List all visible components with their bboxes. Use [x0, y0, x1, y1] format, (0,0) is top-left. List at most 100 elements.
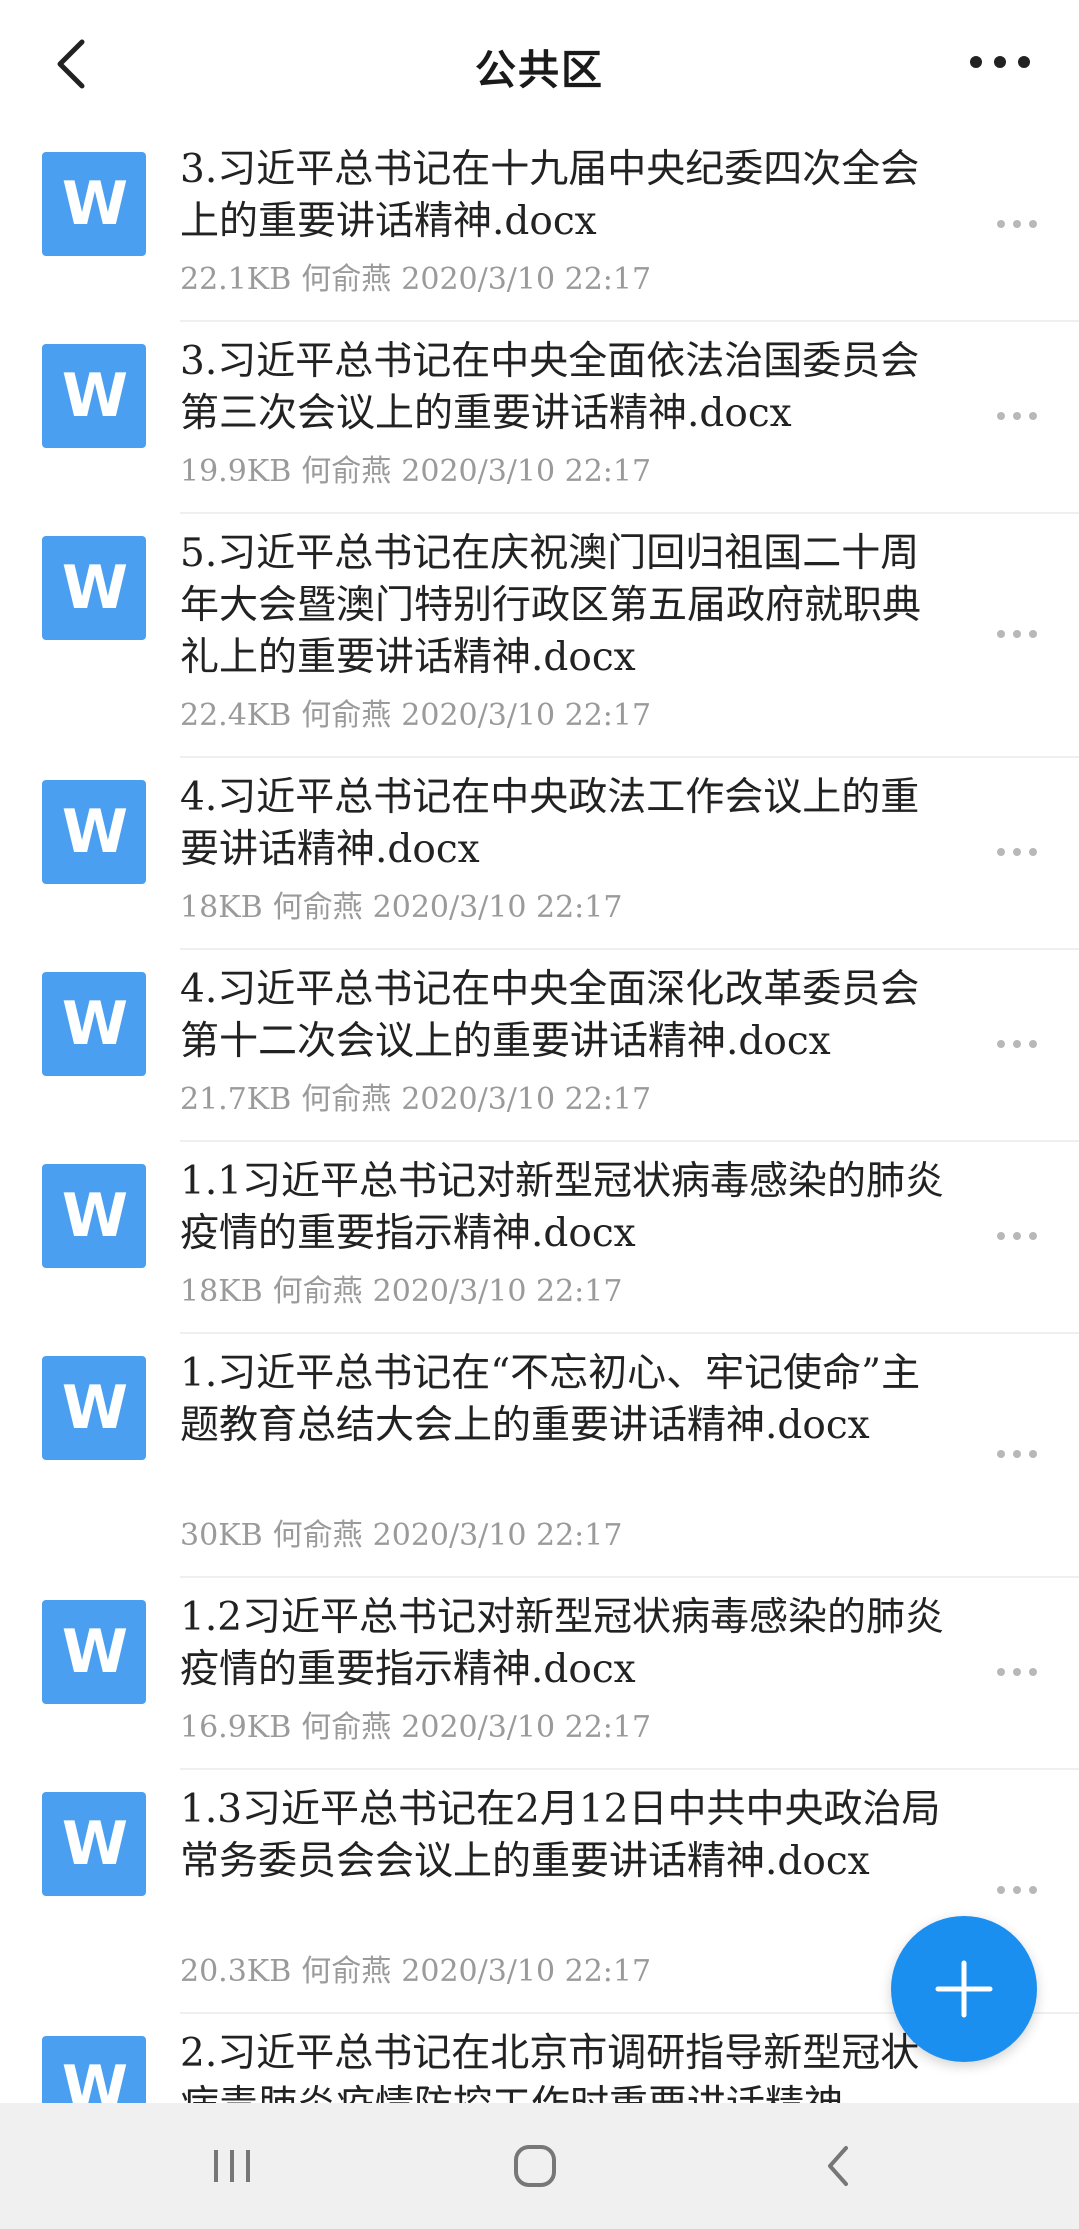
- app-header: 公共区: [0, 0, 1079, 128]
- more-dot-icon: [1013, 1232, 1021, 1240]
- file-row[interactable]: W 4.习近平总书记在中央政法工作会议上的重要讲话精神.docx 18KB 何俞燕 20…: [0, 756, 1079, 948]
- word-doc-icon: W: [42, 972, 146, 1076]
- file-name: 5.习近平总书记在庆祝澳门回归祖国二十周年大会暨澳门特别行政区第五届政府就职典礼…: [180, 531, 922, 680]
- row-divider: [180, 948, 1079, 950]
- file-date: 2020/3/10 22:17: [401, 1710, 652, 1745]
- word-doc-letter: W: [61, 797, 128, 867]
- file-row[interactable]: W 3.习近平总书记在中央全面依法治国委员会第三次会议上的重要讲话精神.docx 1…: [0, 320, 1079, 512]
- more-dot-icon: [1029, 630, 1037, 638]
- file-row[interactable]: W 5.习近平总书记在庆祝澳门回归祖国二十周年大会暨澳门特别行政区第五届政府就职典…: [0, 512, 1079, 756]
- file-owner: 何俞燕: [301, 454, 392, 489]
- file-row[interactable]: W 4.习近平总书记在中央全面深化改革委员会第十二次会议上的重要讲话精神.docx…: [0, 948, 1079, 1140]
- file-name: 1.2习近平总书记对新型冠状病毒感染的肺炎疫情的重要指示精神.docx: [180, 1595, 945, 1692]
- word-doc-letter: W: [61, 2053, 128, 2103]
- back-icon: [828, 2146, 848, 2186]
- file-owner: 何俞燕: [272, 1518, 363, 1553]
- file-date: 2020/3/10 22:17: [372, 890, 623, 925]
- more-dot-icon: [997, 848, 1005, 856]
- home-icon: [514, 2145, 556, 2187]
- word-doc-letter: W: [61, 169, 128, 239]
- file-meta: 22.4KB 何俞燕 2020/3/10 22:17: [180, 690, 651, 734]
- file-row[interactable]: W 3.习近平总书记在十九届中央纪委四次全会上的重要讲话精神.docx 22.1KB…: [0, 128, 1079, 320]
- more-dot-icon: [1013, 1040, 1021, 1048]
- more-horizontal-icon: [970, 56, 1030, 68]
- more-dot-icon: [1013, 220, 1021, 228]
- recent-apps-icon: [214, 2150, 250, 2182]
- more-dot-icon: [997, 1886, 1005, 1894]
- more-dot-icon: [997, 1232, 1005, 1240]
- file-more-button[interactable]: [985, 1218, 1049, 1254]
- file-size: 21.7KB: [180, 1082, 292, 1117]
- file-name: 2.习近平总书记在北京市调研指导新型冠状病毒肺炎疫情防控工作时重要讲话精神: [180, 2031, 920, 2103]
- file-owner: 何俞燕: [301, 1954, 392, 1989]
- file-row[interactable]: W 1.2习近平总书记对新型冠状病毒感染的肺炎疫情的重要指示精神.docx 16.9…: [0, 1576, 1079, 1768]
- file-name: 3.习近平总书记在十九届中央纪委四次全会上的重要讲话精神.docx: [180, 147, 920, 244]
- more-dot-icon: [1013, 848, 1021, 856]
- word-doc-letter: W: [61, 989, 128, 1059]
- word-doc-letter: W: [61, 1617, 128, 1687]
- file-size: 18KB: [180, 1274, 263, 1309]
- file-more-button[interactable]: [985, 1436, 1049, 1472]
- file-more-button[interactable]: [985, 398, 1049, 434]
- file-list: W 3.习近平总书记在十九届中央纪委四次全会上的重要讲话精神.docx 22.1KB…: [0, 128, 1079, 2103]
- more-dot-icon: [997, 220, 1005, 228]
- more-dot-icon: [997, 1450, 1005, 1458]
- file-more-button[interactable]: [985, 1654, 1049, 1690]
- file-more-button[interactable]: [985, 2090, 1049, 2103]
- more-dot-icon: [1013, 1886, 1021, 1894]
- more-dot-icon: [1029, 1040, 1037, 1048]
- file-meta: 19.9KB 何俞燕 2020/3/10 22:17: [180, 446, 651, 490]
- more-dot-icon: [1013, 412, 1021, 420]
- more-options-button[interactable]: [945, 36, 1055, 88]
- file-owner: 何俞燕: [301, 262, 392, 297]
- file-size: 30KB: [180, 1518, 263, 1553]
- add-file-button[interactable]: [891, 1916, 1037, 2062]
- more-dot-icon: [997, 630, 1005, 638]
- file-row[interactable]: W 1.习近平总书记在“不忘初心、牢记使命”主题教育总结大会上的重要讲话精神.do…: [0, 1332, 1079, 1576]
- more-dot-icon: [1029, 848, 1037, 856]
- file-size: 22.4KB: [180, 698, 292, 733]
- file-owner: 何俞燕: [272, 890, 363, 925]
- word-doc-icon: W: [42, 1356, 146, 1460]
- file-row[interactable]: W 1.1习近平总书记对新型冠状病毒感染的肺炎疫情的重要指示精神.docx 18KB…: [0, 1140, 1079, 1332]
- word-doc-icon: W: [42, 1792, 146, 1896]
- word-doc-letter: W: [61, 1181, 128, 1251]
- file-more-button[interactable]: [985, 206, 1049, 242]
- row-divider: [180, 1576, 1079, 1578]
- nav-back-button[interactable]: [793, 2131, 883, 2201]
- file-owner: 何俞燕: [301, 1710, 392, 1745]
- file-date: 2020/3/10 22:17: [401, 698, 652, 733]
- file-more-button[interactable]: [985, 1026, 1049, 1062]
- row-divider: [180, 1332, 1079, 1334]
- more-dot-icon: [1029, 220, 1037, 228]
- file-size: 22.1KB: [180, 262, 292, 297]
- more-dot-icon: [1013, 1450, 1021, 1458]
- row-divider: [180, 1140, 1079, 1142]
- file-size: 18KB: [180, 890, 263, 925]
- word-doc-letter: W: [61, 1373, 128, 1443]
- word-doc-icon: W: [42, 780, 146, 884]
- home-button[interactable]: [490, 2131, 580, 2201]
- file-meta: 16.9KB 何俞燕 2020/3/10 22:17: [180, 1702, 651, 1746]
- file-date: 2020/3/10 22:17: [401, 1082, 652, 1117]
- word-doc-icon: W: [42, 536, 146, 640]
- system-nav-bar: [0, 2103, 1079, 2229]
- more-dot-icon: [997, 1040, 1005, 1048]
- file-name: 4.习近平总书记在中央政法工作会议上的重要讲话精神.docx: [180, 775, 920, 872]
- file-more-button[interactable]: [985, 834, 1049, 870]
- file-owner: 何俞燕: [272, 1274, 363, 1309]
- file-date: 2020/3/10 22:17: [372, 1274, 623, 1309]
- file-more-button[interactable]: [985, 1872, 1049, 1908]
- word-doc-letter: W: [61, 361, 128, 431]
- file-size: 19.9KB: [180, 454, 292, 489]
- file-meta: 21.7KB 何俞燕 2020/3/10 22:17: [180, 1074, 651, 1118]
- more-dot-icon: [997, 1668, 1005, 1676]
- file-name: 1.3习近平总书记在2月12日中共中央政治局常务委员会会议上的重要讲话精神.do…: [180, 1787, 941, 1884]
- recent-apps-button[interactable]: [187, 2131, 277, 2201]
- row-divider: [180, 320, 1079, 322]
- more-dot-icon: [997, 412, 1005, 420]
- more-dot-icon: [1029, 1450, 1037, 1458]
- file-more-button[interactable]: [985, 616, 1049, 652]
- word-doc-icon: W: [42, 344, 146, 448]
- row-divider: [180, 756, 1079, 758]
